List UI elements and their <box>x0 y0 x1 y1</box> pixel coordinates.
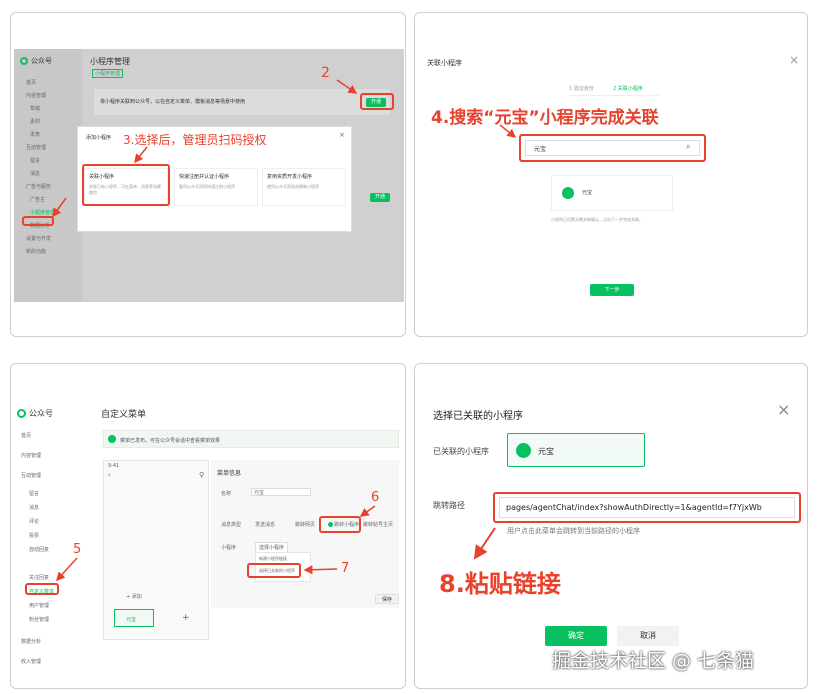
cancel-button[interactable]: 取消 <box>617 626 679 646</box>
search-value: 元宝 <box>534 146 547 153</box>
search-input[interactable]: 元宝 ⌕ <box>525 140 700 156</box>
next-button[interactable]: 下一步 <box>590 284 634 296</box>
result-name: 元宝 <box>582 190 593 196</box>
note: 小程序已设置无需关联确认，点击下一步完成关联。 <box>551 217 643 222</box>
arrow <box>473 527 496 560</box>
watermark: 掘金技术社区 @ 七条猫 <box>552 650 755 672</box>
panel-step2: 关联小程序 × 1 验证身份 2 关联小程序 4.搜索“元宝”小程序完成关联 元… <box>414 12 808 337</box>
search-result[interactable]: 元宝 <box>551 175 673 211</box>
panel-step1: 公众号 首页 内容管理 草稿 素材 发表 互动管理 留言 消息 广告与服务 广告… <box>10 12 406 337</box>
confirm-button[interactable]: 确定 <box>545 626 607 646</box>
yuanbao-logo-icon <box>562 187 574 199</box>
arrows <box>55 505 376 582</box>
panel-step4: 选择已关联的小程序 × 已关联的小程序 元宝 跳转路径 pages/agentC… <box>414 363 808 689</box>
search-icon[interactable]: ⌕ <box>686 142 690 152</box>
arrows <box>52 79 358 218</box>
panel-step3: 公众号 自定义菜单 首页 内容管理 互动管理 留言 消息 评论 投票 自动回复 … <box>10 363 406 689</box>
